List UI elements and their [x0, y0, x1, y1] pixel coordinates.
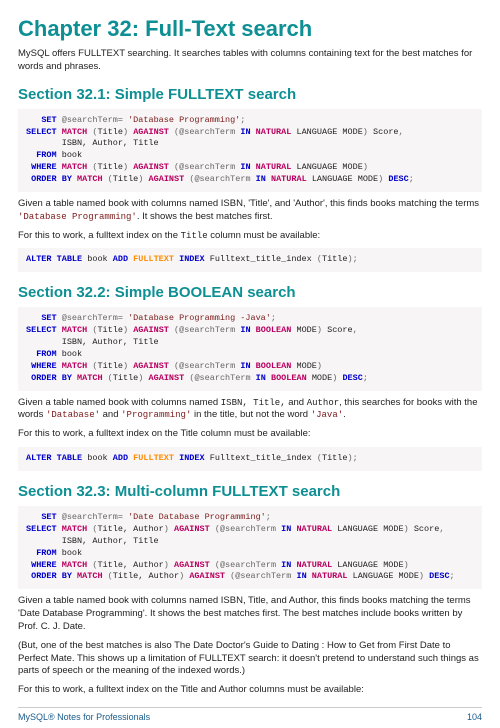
- s1-para-2: For this to work, a fulltext index on th…: [18, 230, 482, 243]
- page: Chapter 32: Full-Text search MySQL offer…: [0, 0, 500, 697]
- section-3-title: Section 32.3: Multi-column FULLTEXT sear…: [18, 483, 482, 500]
- code-block-1: SET @searchTerm= 'Database Programming';…: [18, 109, 482, 192]
- page-footer: MySQL® Notes for Professionals 104: [18, 707, 482, 728]
- s3-para-3: For this to work, a fulltext index on th…: [18, 684, 482, 697]
- s3-para-2: (But, one of the best matches is also Th…: [18, 640, 482, 678]
- s1-para-1: Given a table named book with columns na…: [18, 198, 482, 224]
- section-1-title: Section 32.1: Simple FULLTEXT search: [18, 86, 482, 103]
- footer-left: MySQL® Notes for Professionals: [18, 712, 150, 722]
- s3-para-1: Given a table named book with columns na…: [18, 595, 482, 633]
- code-block-2b: ALTER TABLE book ADD FULLTEXT INDEX Full…: [18, 447, 482, 471]
- s2-para-2: For this to work, a fulltext index on th…: [18, 428, 482, 441]
- page-number: 104: [467, 712, 482, 722]
- code-block-1b: ALTER TABLE book ADD FULLTEXT INDEX Full…: [18, 248, 482, 272]
- section-2-title: Section 32.2: Simple BOOLEAN search: [18, 284, 482, 301]
- code-block-2: SET @searchTerm= 'Database Programming -…: [18, 307, 482, 390]
- s2-para-1: Given a table named book with columns na…: [18, 397, 482, 423]
- code-block-3: SET @searchTerm= 'Date Database Programm…: [18, 506, 482, 589]
- intro-text: MySQL offers FULLTEXT searching. It sear…: [18, 48, 482, 74]
- chapter-title: Chapter 32: Full-Text search: [18, 16, 482, 42]
